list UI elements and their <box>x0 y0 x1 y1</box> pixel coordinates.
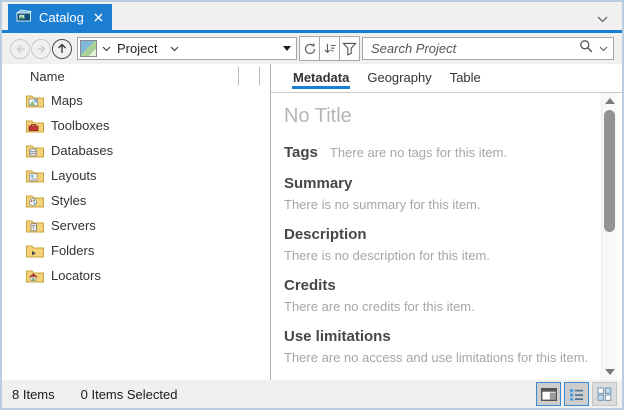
metadata-section-heading: Use limitations <box>284 328 601 345</box>
catalog-pane: Catalog Project <box>0 0 624 410</box>
pane-tab-bar: Catalog <box>2 2 622 30</box>
metadata-section-heading: Tags <box>284 144 318 161</box>
details-tab-strip: MetadataGeographyTable <box>271 64 622 93</box>
tab-metadata[interactable]: Metadata <box>284 70 358 89</box>
items-count: 8 Items <box>12 387 55 402</box>
tree-item-label: Toolboxes <box>51 118 110 133</box>
tree-item-label: Servers <box>51 218 96 233</box>
close-icon[interactable] <box>94 13 103 22</box>
column-divider[interactable] <box>259 67 260 85</box>
catalog-icon <box>16 9 32 25</box>
metadata-section-text: There are no access and use limitations … <box>284 350 601 365</box>
metadata-content: No Title Tags There are no tags for this … <box>271 93 601 380</box>
metadata-section-summary: Summary There is no summary for this item… <box>284 175 601 212</box>
tree-item-databases[interactable]: Databases <box>2 138 270 163</box>
tree-item-label: Maps <box>51 93 83 108</box>
styles-folder-icon <box>26 193 44 208</box>
tree-item-label: Folders <box>51 243 94 258</box>
metadata-scrollbar[interactable] <box>601 93 617 380</box>
details-panel: MetadataGeographyTable No Title Tags Ther… <box>271 64 622 380</box>
location-combobox[interactable]: Project <box>77 37 297 60</box>
list-view-icon <box>569 388 584 401</box>
thumbnail-chevron-icon[interactable] <box>102 46 111 52</box>
metadata-section-heading: Summary <box>284 175 601 192</box>
combobox-dropdown-arrow-icon[interactable] <box>283 46 291 51</box>
tree-item-maps[interactable]: Maps <box>2 88 270 113</box>
up-button[interactable] <box>52 39 72 59</box>
tab-catalog[interactable]: Catalog <box>8 4 112 30</box>
tree-item-layouts[interactable]: Layouts <box>2 163 270 188</box>
details-view-icon <box>541 388 557 401</box>
catalog-toolbar: Project <box>2 33 622 64</box>
search-input[interactable] <box>371 41 579 56</box>
column-divider[interactable] <box>238 67 239 85</box>
maps-folder-icon <box>26 93 44 108</box>
metadata-section-text: There are no tags for this item. <box>330 145 507 160</box>
scroll-up-icon[interactable] <box>605 98 615 104</box>
servers-folder-icon <box>26 218 44 233</box>
metadata-no-title: No Title <box>284 105 601 128</box>
list-view-button[interactable] <box>564 382 589 406</box>
name-column-header: Name <box>30 69 65 84</box>
databases-folder-icon <box>26 143 44 158</box>
metadata-section-heading: Description <box>284 226 601 243</box>
metadata-body: No Title Tags There are no tags for this … <box>271 93 622 380</box>
tree-item-list: Maps Toolboxes Databases Layouts Styles Serve… <box>2 88 270 288</box>
folders-folder-icon <box>26 243 44 258</box>
details-view-button[interactable] <box>536 382 561 406</box>
metadata-section-credits: Credits There are no credits for this ite… <box>284 277 601 314</box>
tree-item-servers[interactable]: Servers <box>2 213 270 238</box>
location-chevron-icon[interactable] <box>170 46 179 52</box>
tree-item-folders[interactable]: Folders <box>2 238 270 263</box>
scroll-down-icon[interactable] <box>605 369 615 375</box>
toolboxes-folder-icon <box>26 118 44 133</box>
metadata-section-tags: Tags There are no tags for this item. <box>284 144 601 161</box>
metadata-sections: Tags There are no tags for this item. Summ… <box>284 144 601 365</box>
project-thumbnail-icon <box>80 40 97 57</box>
tree-item-locators[interactable]: Locators <box>2 263 270 288</box>
locators-folder-icon <box>26 268 44 283</box>
refresh-button[interactable] <box>299 36 320 61</box>
metadata-section-heading: Credits <box>284 277 601 294</box>
layouts-folder-icon <box>26 168 44 183</box>
pane-menu-chevron-icon[interactable] <box>597 10 608 28</box>
metadata-section-text: There is no summary for this item. <box>284 197 601 212</box>
tree-item-label: Locators <box>51 268 101 283</box>
metadata-section-text: There is no description for this item. <box>284 248 601 263</box>
filter-button[interactable] <box>339 36 360 61</box>
tree-item-label: Databases <box>51 143 113 158</box>
tree-item-styles[interactable]: Styles <box>2 188 270 213</box>
thumbnails-view-icon <box>597 387 612 401</box>
tree-item-label: Layouts <box>51 168 97 183</box>
tree-item-toolboxes[interactable]: Toolboxes <box>2 113 270 138</box>
catalog-content: Name Maps Toolboxes Databases Layouts Styles… <box>2 64 622 380</box>
search-options-chevron-icon[interactable] <box>599 46 608 52</box>
back-button[interactable] <box>10 39 30 59</box>
scrollbar-thumb[interactable] <box>604 110 615 232</box>
tab-label: Catalog <box>39 10 84 25</box>
sort-button[interactable] <box>319 36 340 61</box>
thumbnails-view-button[interactable] <box>592 382 617 406</box>
metadata-section-use-limitations: Use limitations There are no access and u… <box>284 328 601 365</box>
status-bar: 8 Items 0 Items Selected <box>2 380 622 408</box>
metadata-section-text: There are no credits for this item. <box>284 299 601 314</box>
selected-count: 0 Items Selected <box>81 387 178 402</box>
tree-panel: Name Maps Toolboxes Databases Layouts Styles… <box>2 64 270 380</box>
search-icon[interactable] <box>579 39 593 58</box>
search-box <box>362 37 614 60</box>
tab-geography[interactable]: Geography <box>358 70 440 89</box>
metadata-section-description: Description There is no description for t… <box>284 226 601 263</box>
tab-table[interactable]: Table <box>441 70 490 89</box>
tree-item-label: Styles <box>51 193 86 208</box>
location-label: Project <box>117 41 157 56</box>
forward-button[interactable] <box>31 39 51 59</box>
tree-column-header[interactable]: Name <box>2 64 270 88</box>
